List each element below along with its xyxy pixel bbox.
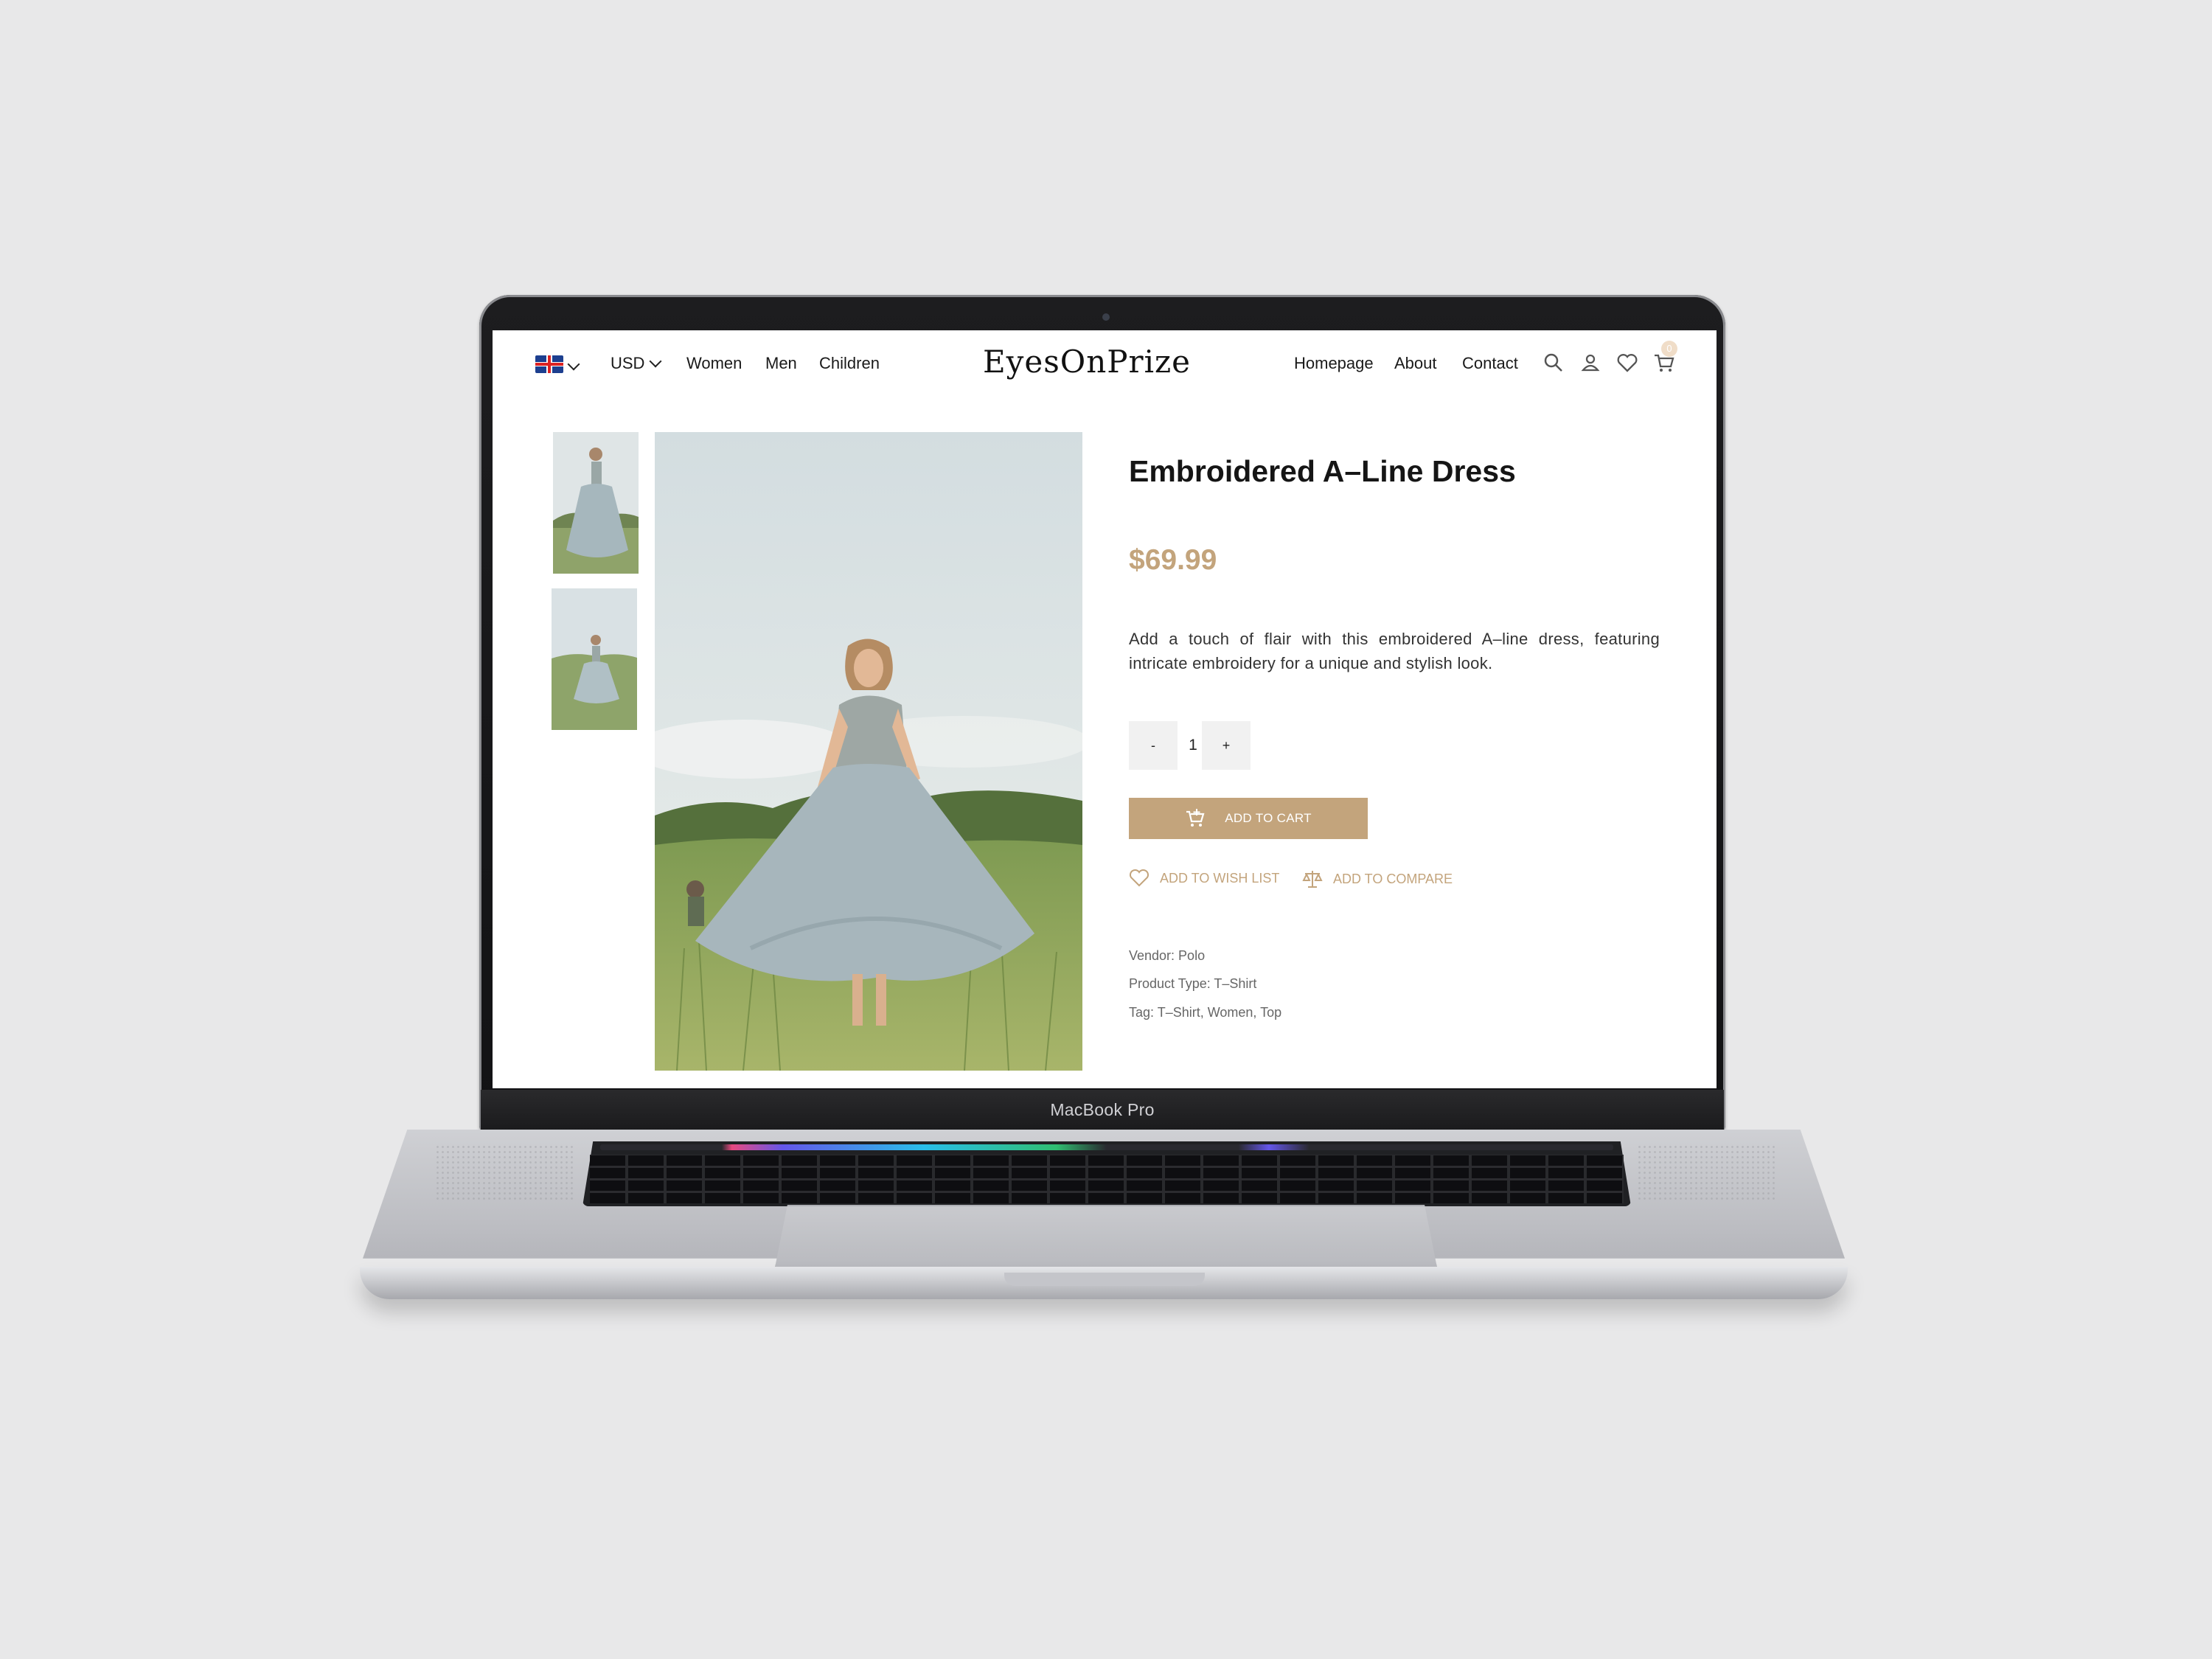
thumbnail-image bbox=[553, 432, 639, 574]
right-speaker-grille bbox=[1637, 1144, 1777, 1202]
browser-screen: USD Women Men Children EyesOnPrize Homep… bbox=[493, 330, 1717, 1088]
nav-men[interactable]: Men bbox=[765, 354, 797, 373]
product-title: Embroidered A–Line Dress bbox=[1129, 454, 1516, 488]
product-description: Add a touch of flair with this embroider… bbox=[1129, 630, 1660, 672]
laptop-chin: MacBook Pro bbox=[481, 1090, 1724, 1130]
dress-photo bbox=[655, 432, 1082, 1071]
currency-label: USD bbox=[611, 354, 645, 372]
device-label: MacBook Pro bbox=[1050, 1099, 1155, 1119]
nav-about[interactable]: About bbox=[1394, 354, 1437, 373]
product-vendor: Vendor: Polo bbox=[1129, 948, 1206, 963]
trackpad bbox=[774, 1205, 1438, 1271]
product-type: Product Type: T–Shirt bbox=[1129, 976, 1257, 991]
nav-children[interactable]: Children bbox=[819, 354, 880, 373]
user-icon[interactable] bbox=[1579, 351, 1602, 375]
add-to-wish-list-link[interactable]: ADD TO WISH LIST bbox=[1129, 869, 1279, 888]
uk-flag-icon[interactable] bbox=[535, 355, 563, 373]
site-header: USD Women Men Children EyesOnPrize Homep… bbox=[493, 330, 1717, 397]
product-main-image[interactable] bbox=[655, 432, 1082, 1071]
nav-contact[interactable]: Contact bbox=[1462, 354, 1518, 373]
product-tags: Tag: T–Shirt, Women, Top bbox=[1129, 1005, 1282, 1020]
thumbnail-image bbox=[552, 588, 637, 730]
lid-notch bbox=[1004, 1273, 1205, 1286]
currency-selector[interactable]: USD bbox=[611, 354, 662, 373]
add-to-cart-button[interactable]: ADD TO CART bbox=[1129, 798, 1368, 839]
webcam bbox=[1102, 313, 1110, 321]
quantity-decrease-button[interactable]: - bbox=[1129, 721, 1178, 770]
product-thumbnail[interactable] bbox=[552, 588, 637, 730]
chevron-down-icon[interactable] bbox=[567, 358, 580, 371]
quantity-increase-button[interactable]: + bbox=[1202, 721, 1251, 770]
keyboard-rows bbox=[590, 1155, 1624, 1203]
chevron-down-icon bbox=[649, 355, 662, 368]
add-to-cart-label: ADD TO CART bbox=[1225, 811, 1312, 825]
product-price: $69.99 bbox=[1129, 544, 1217, 576]
wish-list-label: ADD TO WISH LIST bbox=[1160, 870, 1280, 886]
site-logo[interactable]: EyesOnPrize bbox=[983, 344, 1191, 380]
nav-homepage[interactable]: Homepage bbox=[1294, 354, 1374, 373]
search-icon[interactable] bbox=[1542, 351, 1565, 375]
cart-count-badge: 0 bbox=[1661, 341, 1677, 357]
cart-plus-icon bbox=[1186, 809, 1205, 827]
nav-women[interactable]: Women bbox=[686, 354, 742, 373]
product-thumbnail[interactable] bbox=[553, 432, 639, 574]
compare-label: ADD TO COMPARE bbox=[1333, 871, 1453, 886]
left-speaker-grille bbox=[435, 1144, 575, 1202]
scale-compare-icon bbox=[1302, 871, 1323, 888]
heart-icon bbox=[1129, 869, 1150, 887]
heart-icon[interactable] bbox=[1615, 351, 1639, 375]
add-to-compare-link[interactable]: ADD TO COMPARE bbox=[1302, 869, 1453, 889]
laptop-mockup: USD Women Men Children EyesOnPrize Homep… bbox=[0, 0, 2212, 1659]
touch-bar bbox=[600, 1144, 1613, 1150]
